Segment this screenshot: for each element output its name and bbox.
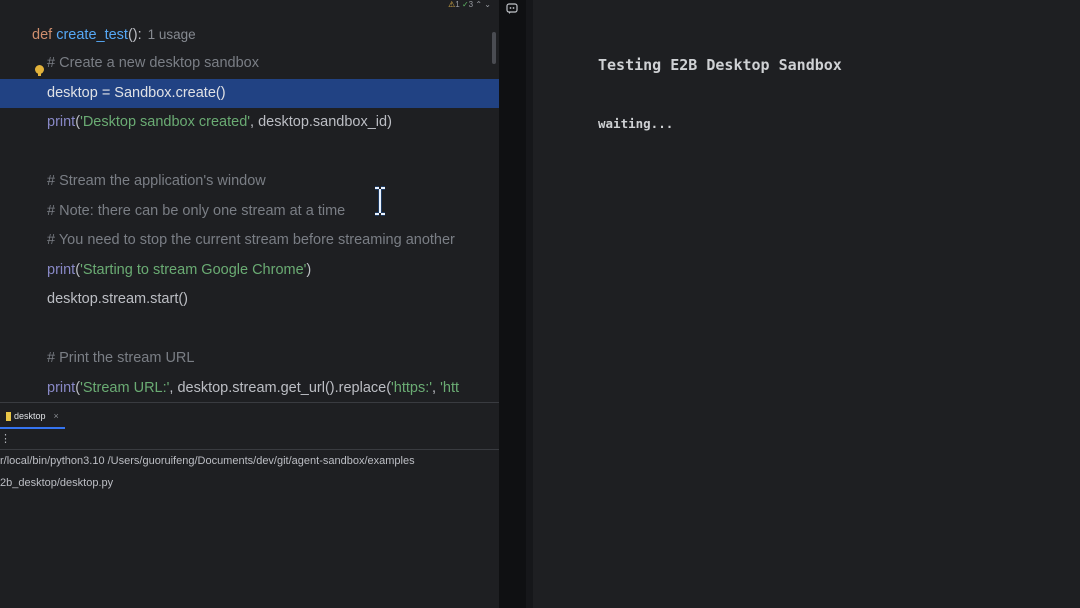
editor-scrollbar[interactable] [492,32,496,64]
console-line: 2b_desktop/desktop.py [0,477,114,489]
string-literal: 'https:' [391,380,433,396]
chevron-down-icon[interactable]: ⌄ [484,0,491,9]
ai-chat-icon[interactable] [506,3,518,15]
code-line-print[interactable]: print('Desktop sandbox created', desktop… [0,108,499,137]
run-tab-label: desktop [14,411,46,421]
inspection-widget[interactable]: ⚠1 ✓3 ⌃ ⌄ [448,0,491,12]
comment-text: # You need to stop the current stream be… [47,232,455,248]
check-icon: ✓ [461,0,469,9]
builtin-print: print [47,262,76,278]
run-toolbar: ⋮ [0,429,499,450]
pane-divider[interactable] [499,0,526,608]
text-cursor-icon [375,186,385,216]
code-line-comment[interactable]: # Create a new desktop sandbox [0,49,499,78]
code-line-comment[interactable]: # Note: there can be only one stream at … [0,197,499,226]
function-name: create_test [56,27,128,43]
code-line-comment[interactable]: # You need to stop the current stream be… [0,226,499,255]
code-text: desktop = Sandbox.create() [47,85,226,101]
code-text: , desktop.stream.get_url().replace( [169,380,392,396]
output-pane: Testing E2B Desktop Sandbox waiting... [533,0,1080,608]
comment-text: # Note: there can be only one stream at … [47,203,346,219]
code-text: , [432,380,441,396]
close-icon[interactable]: × [54,411,59,421]
chevron-up-icon[interactable]: ⌃ [475,0,482,9]
output-status: waiting... [598,116,674,131]
builtin-print: print [47,380,76,396]
warning-count: 1 [455,0,460,9]
string-literal: 'Stream URL:' [80,380,170,396]
code-text: desktop.stream.start() [47,291,189,307]
comment-text: # Create a new desktop sandbox [47,55,259,71]
check-count: 3 [468,0,474,9]
comment-text: # Print the stream URL [47,350,195,366]
code-text: (): [127,27,142,43]
more-icon[interactable]: ⋮ [0,432,11,445]
code-line-comment[interactable]: # Stream the application's window [0,167,499,196]
console-line: r/local/bin/python3.10 /Users/guoruifeng… [0,455,415,467]
usage-hint[interactable]: 1 usage [148,27,196,42]
keyword-def: def [32,27,53,43]
run-tool-window: desktop × ⋮ r/local/bin/python3.10 /Users… [0,402,499,608]
code-line-print[interactable]: print('Starting to stream Google Chrome'… [0,256,499,285]
run-tab-desktop[interactable]: desktop × [0,405,65,429]
string-literal: 'Desktop sandbox created' [80,114,251,130]
code-line-selected[interactable]: desktop = Sandbox.create() [0,79,499,108]
ide-window: ⚠1 ✓3 ⌃ ⌄ def create_test(): 1 usage # Cr… [0,0,499,608]
code-editor[interactable]: ⚠1 ✓3 ⌃ ⌄ def create_test(): 1 usage # Cr… [0,0,499,402]
code-text: , desktop.sandbox_id) [250,114,392,130]
string-literal: 'htt [440,380,459,396]
code-line-call[interactable]: desktop.stream.start() [0,285,499,314]
output-title: Testing E2B Desktop Sandbox [598,56,842,74]
code-line-def[interactable]: def create_test(): 1 usage [0,20,499,49]
builtin-print: print [47,114,76,130]
string-literal: 'Starting to stream Google Chrome' [80,262,307,278]
python-file-icon [6,412,11,422]
comment-text: # Stream the application's window [47,173,266,189]
code-text: ) [306,262,312,278]
pane-divider-edge [526,0,533,608]
code-line-comment[interactable]: # Print the stream URL [0,344,499,373]
code-line-print[interactable]: print('Stream URL:', desktop.stream.get_… [0,374,499,402]
